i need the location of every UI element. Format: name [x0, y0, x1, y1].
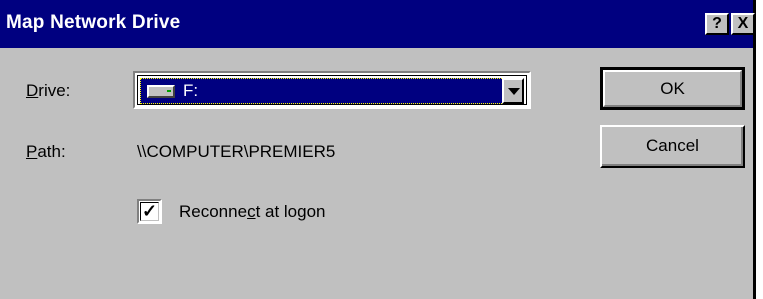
reconnect-label-pre: Reconne — [179, 202, 248, 221]
checkmark-icon: ✓ — [142, 201, 158, 221]
path-label: Path: — [26, 142, 66, 162]
chevron-down-icon[interactable] — [502, 78, 524, 104]
close-button[interactable]: X — [731, 13, 755, 35]
ok-button-label: OK — [603, 70, 742, 107]
drive-label-accel: D — [26, 81, 39, 100]
path-label-rest: ath: — [37, 142, 66, 161]
path-value: \\COMPUTER\PREMIER5 — [137, 142, 336, 161]
path-label-accel: P — [26, 142, 38, 161]
window-title: Map Network Drive — [6, 12, 181, 33]
drive-selected-item[interactable]: F: — [140, 78, 508, 104]
network-drive-icon — [147, 85, 175, 98]
map-network-drive-dialog: Map Network Drive ? X Drive: F: Path: \\… — [0, 0, 756, 299]
reconnect-label[interactable]: Reconnect at logon — [179, 202, 326, 222]
drive-select-focus-frame: F: — [137, 75, 527, 105]
drive-label-rest: rive: — [38, 81, 71, 100]
ok-button[interactable]: OK — [600, 67, 745, 110]
title-bar[interactable]: Map Network Drive ? X — [0, 0, 755, 48]
help-button[interactable]: ? — [705, 13, 729, 35]
drive-select[interactable]: F: — [133, 71, 531, 109]
cancel-button[interactable]: Cancel — [600, 125, 745, 168]
reconnect-label-post: t at logon — [255, 202, 326, 221]
drive-selected-value: F: — [183, 81, 199, 100]
reconnect-label-accel: c — [247, 202, 256, 221]
reconnect-checkbox[interactable]: ✓ — [137, 199, 162, 224]
drive-label: Drive: — [26, 81, 70, 101]
